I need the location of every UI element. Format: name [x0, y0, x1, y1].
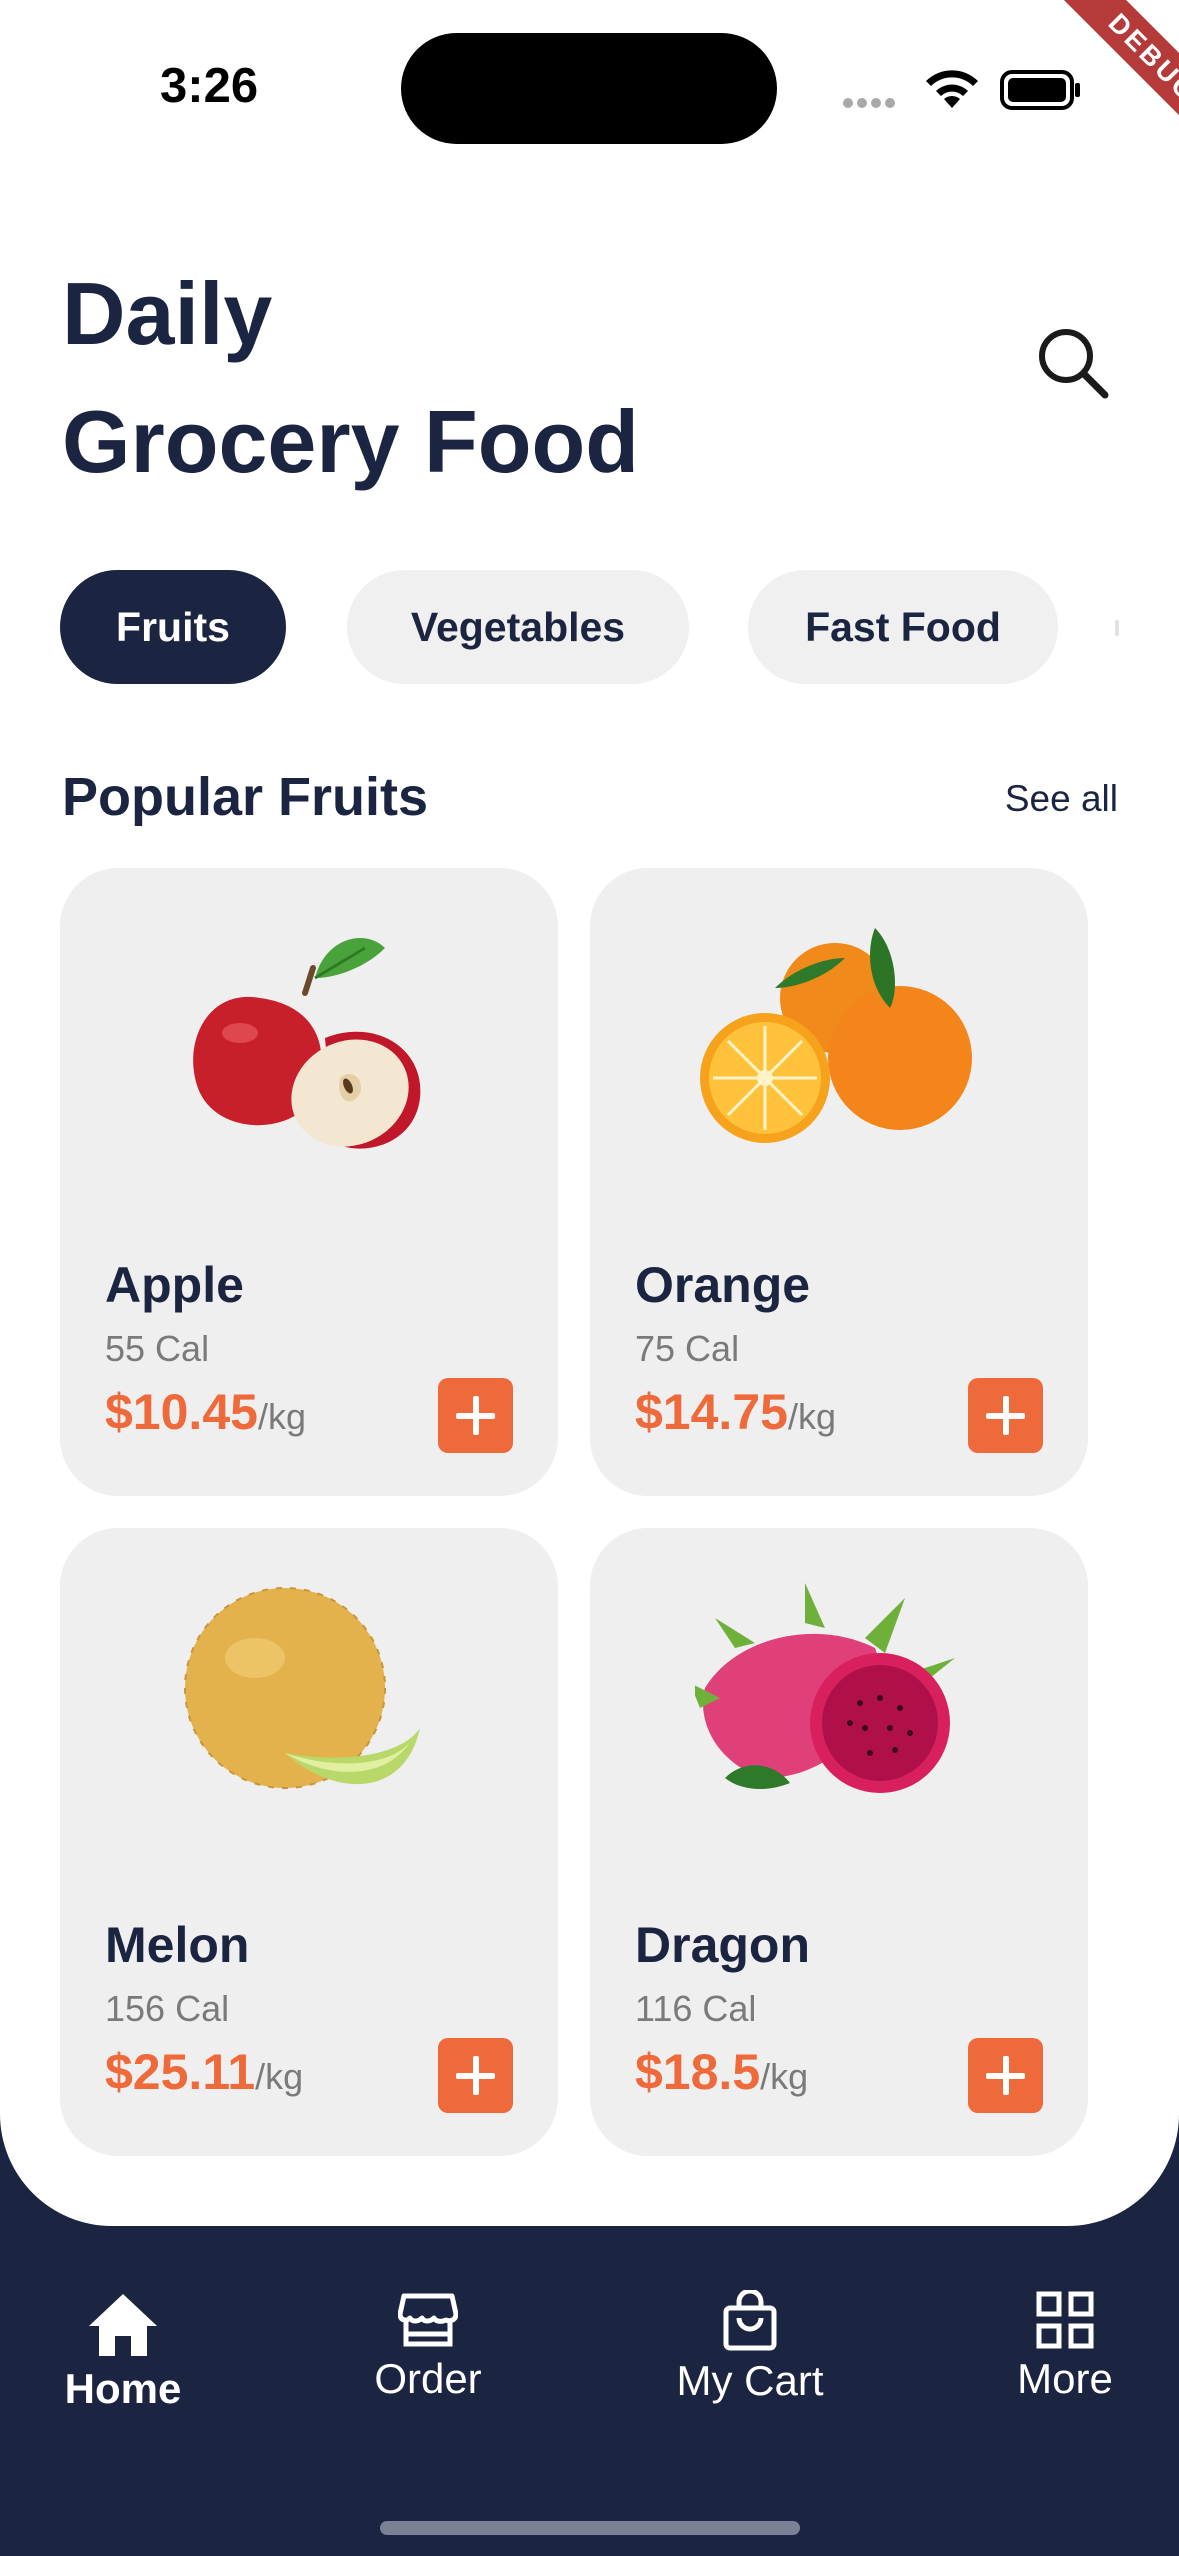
- add-to-cart-button[interactable]: [438, 2038, 513, 2113]
- dragon-fruit-image: [695, 1583, 955, 1793]
- price-unit: /kg: [760, 2056, 809, 2097]
- title-line-1: Daily: [62, 264, 273, 363]
- product-card-dragon[interactable]: Dragon 116 Cal $18.5/kg: [590, 1528, 1088, 2156]
- title-line-2: Grocery Food: [62, 392, 639, 491]
- status-time: 3:26: [160, 59, 259, 113]
- chip-fruits[interactable]: Fruits: [60, 570, 286, 684]
- price-value: $18.5: [635, 2044, 761, 2100]
- price-value: $10.45: [105, 1384, 258, 1440]
- product-price: $14.75/kg: [635, 1383, 836, 1441]
- home-icon: [89, 2294, 157, 2356]
- store-icon: [397, 2293, 459, 2347]
- home-indicator: [380, 2521, 800, 2535]
- product-price: $10.45/kg: [105, 1383, 306, 1441]
- nav-my-cart[interactable]: My Cart: [660, 2288, 840, 2405]
- price-unit: /kg: [257, 1396, 306, 1437]
- product-card-orange[interactable]: Orange 75 Cal $14.75/kg: [590, 868, 1088, 1496]
- product-card-melon[interactable]: Melon 156 Cal $25.11/kg: [60, 1528, 558, 2156]
- page-title: Daily Grocery Food: [62, 250, 639, 506]
- product-name: Orange: [635, 1257, 811, 1313]
- nav-home[interactable]: Home: [38, 2290, 208, 2413]
- nav-more-label: More: [1017, 2355, 1113, 2402]
- add-to-cart-button[interactable]: [968, 2038, 1043, 2113]
- product-name: Dragon: [635, 1917, 810, 1973]
- product-calories: 156 Cal: [105, 1988, 230, 2029]
- section-title: Popular Fruits: [62, 767, 429, 827]
- product-calories: 116 Cal: [635, 1988, 757, 2029]
- see-all-link[interactable]: See all: [1005, 778, 1118, 820]
- product-name: Apple: [105, 1257, 244, 1313]
- battery-icon: [1000, 70, 1080, 110]
- nav-order[interactable]: Order: [343, 2290, 513, 2403]
- product-price: $18.5/kg: [635, 2043, 808, 2101]
- chip-vegetables[interactable]: Vegetables: [347, 570, 689, 684]
- apple-image: [193, 938, 421, 1149]
- product-card-apple[interactable]: Apple 55 Cal $10.45/kg: [60, 868, 558, 1496]
- melon-image: [184, 1587, 420, 1789]
- dynamic-island: [401, 33, 777, 144]
- chip-fast-food[interactable]: Fast Food: [748, 570, 1058, 684]
- product-name: Melon: [105, 1917, 250, 1973]
- price-unit: /kg: [787, 1396, 836, 1437]
- grid-icon: [1036, 2291, 1094, 2349]
- add-to-cart-button[interactable]: [968, 1378, 1043, 1453]
- product-calories: 55 Cal: [105, 1328, 210, 1369]
- price-value: $25.11: [105, 2044, 256, 2100]
- add-to-cart-button[interactable]: [438, 1378, 513, 1453]
- product-calories: 75 Cal: [635, 1328, 740, 1369]
- wifi-icon: [926, 70, 978, 108]
- search-icon[interactable]: [1035, 325, 1110, 400]
- nav-order-label: Order: [374, 2355, 482, 2402]
- price-unit: /kg: [255, 2056, 304, 2097]
- shopping-bag-icon: [723, 2288, 777, 2351]
- main-sheet: 3:26 DEBUG Daily Grocery Food Fruits Veg…: [0, 0, 1179, 2226]
- nav-home-label: Home: [64, 2365, 182, 2412]
- chip-overflow-edge: [1115, 620, 1119, 636]
- cellular-signal-icon: [843, 95, 903, 108]
- product-price: $25.11/kg: [105, 2043, 303, 2101]
- price-value: $14.75: [635, 1384, 788, 1440]
- nav-my-cart-label: My Cart: [676, 2357, 824, 2404]
- nav-more[interactable]: More: [990, 2290, 1140, 2403]
- orange-image: [700, 928, 972, 1143]
